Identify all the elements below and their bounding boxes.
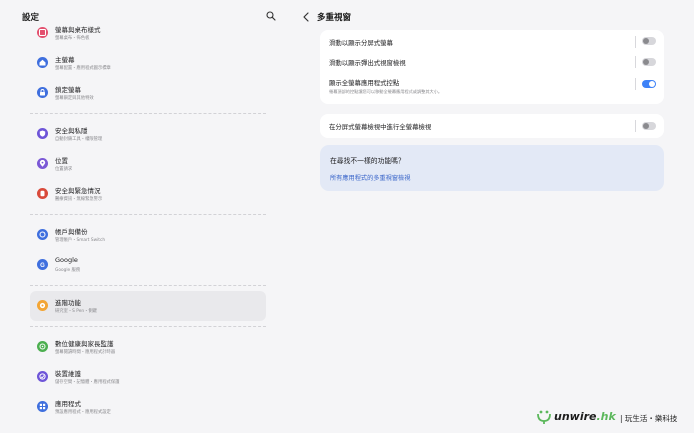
fullscreen-handle-toggle[interactable] (642, 80, 656, 88)
unwire-logo-icon (537, 410, 551, 424)
location-icon (37, 158, 48, 169)
home-icon (37, 57, 48, 68)
settings-item-subtitle: 螢幕桌布・佈色板 (55, 36, 90, 41)
google-icon: G (37, 259, 48, 270)
shield-icon (37, 128, 48, 139)
row-divider (635, 56, 636, 68)
gear-plus-icon (37, 300, 48, 311)
sync-icon (37, 229, 48, 240)
settings-item-title: 帳戶與備份 (55, 228, 88, 236)
wellbeing-icon (37, 341, 48, 352)
option-row-popup-view[interactable]: 滑動以顯示彈出式視窗檢視 (320, 52, 664, 74)
settings-item-title: 位置 (55, 157, 68, 165)
option-row-split-screen[interactable]: 滑動以顯示分屏式螢幕 (320, 30, 664, 52)
settings-item-title: 數位健康與家長監護 (55, 340, 114, 348)
suggestion-link[interactable]: 所有應用程式的多重視窗檢視 (330, 173, 410, 182)
settings-item-title: 主螢幕 (55, 56, 75, 64)
option-row-fullscreen-in-split[interactable]: 在分屏式螢幕檢視中進行全螢幕檢視 (320, 114, 664, 138)
brand-suffix: .hk (596, 410, 616, 423)
settings-item-subtitle: 位置請求 (55, 167, 73, 172)
settings-item-title: 應用程式 (55, 400, 81, 408)
settings-item[interactable]: 進階功能研究室・S Pen・側鍵 (30, 291, 266, 321)
settings-item-subtitle: 螢幕閱讀時間・應用程式計時器 (55, 350, 116, 355)
settings-item[interactable]: G Google Google 服務 (30, 250, 266, 280)
settings-list: 螢幕與桌布樣式 螢幕桌布・佈色板 主螢幕 螢幕配置・應用程式圖示標章 鎖定螢幕 螢幕鎖定與… (30, 18, 266, 422)
settings-sidebar: 設定 螢幕與桌布樣式 螢幕桌布・佈色板 主螢幕 螢幕配置・應用程式圖示標章 鎖定螢幕 螢幕… (0, 0, 288, 433)
watermark: unwire.hk | 玩生活・樂科技 (536, 408, 686, 428)
option-label: 滑動以顯示彈出式視窗檢視 (329, 59, 406, 67)
option-row-fullscreen-handle[interactable]: 顯示全螢幕應用程式控點 螢幕頂部的控點讓您可以移動全螢幕應用程式或調整其大小。 (320, 74, 664, 104)
wallpaper-icon (37, 27, 48, 38)
settings-item-subtitle: 儲存空間・記憶體・應用程式保護 (55, 380, 120, 385)
option-description: 螢幕頂部的控點讓您可以移動全螢幕應用程式或調整其大小。 (329, 89, 443, 94)
section-divider (30, 214, 266, 215)
page-title: 多重視窗 (317, 13, 352, 23)
fullscreen-in-split-card: 在分屏式螢幕檢視中進行全螢幕檢視 (320, 114, 664, 138)
fullscreen-in-split-toggle[interactable] (642, 122, 656, 130)
settings-item-title: 鎖定螢幕 (55, 86, 81, 94)
settings-item[interactable]: 螢幕與桌布樣式 螢幕桌布・佈色板 (30, 18, 266, 48)
settings-item[interactable]: 數位健康與家長監護 螢幕閱讀時間・應用程式計時器 (30, 332, 266, 362)
settings-item[interactable]: 位置 位置請求 (30, 149, 266, 179)
settings-item-title: 螢幕與桌布樣式 (55, 26, 101, 34)
row-divider (635, 120, 636, 132)
back-arrow-icon[interactable] (302, 12, 310, 22)
popup-view-toggle[interactable] (642, 58, 656, 66)
multiwindow-options-card: 滑動以顯示分屏式螢幕 滑動以顯示彈出式視窗檢視 顯示全螢幕應用程式控點 螢幕頂部… (320, 30, 664, 104)
row-divider (635, 78, 636, 90)
section-divider (30, 113, 266, 114)
settings-item-subtitle: 預設應用程式・應用程式設定 (55, 410, 111, 415)
settings-item-title: 裝置維護 (55, 370, 81, 378)
search-icon[interactable] (266, 11, 276, 21)
settings-item[interactable]: 安全與緊急情況 醫療資訊・無線緊急警示 (30, 179, 266, 209)
settings-item-subtitle: 螢幕鎖定與其他特效 (55, 96, 94, 101)
settings-item-title: 安全與私隱 (55, 127, 88, 135)
settings-item-title: 安全與緊急情況 (55, 187, 101, 195)
brand-name: unwire (554, 410, 597, 423)
settings-item-title: Google (55, 256, 78, 264)
row-divider (635, 36, 636, 48)
settings-item[interactable]: 安全與私隱自動封鎖工具・權限管理 (30, 119, 266, 149)
settings-item-subtitle: 醫療資訊・無線緊急警示 (55, 197, 103, 202)
emergency-icon (37, 188, 48, 199)
settings-item[interactable]: 帳戶與備份管理帳戶・Smart Switch (30, 220, 266, 250)
option-label: 顯示全螢幕應用程式控點 (329, 79, 400, 87)
settings-item[interactable]: 鎖定螢幕螢幕鎖定與其他特效 (30, 78, 266, 108)
care-icon (37, 371, 48, 382)
settings-item[interactable]: 裝置維護儲存空間・記憶體・應用程式保護 (30, 362, 266, 392)
settings-item-title: 進階功能 (55, 299, 81, 307)
lock-icon (37, 87, 48, 98)
settings-item-subtitle: 螢幕配置・應用程式圖示標章 (55, 66, 111, 71)
suggestion-question: 在尋找不一樣的功能嗎？ (330, 157, 405, 165)
suggestion-card: 在尋找不一樣的功能嗎？ 所有應用程式的多重視窗檢視 (320, 145, 664, 191)
section-divider (30, 326, 266, 327)
watermark-brand: unwire.hk (554, 410, 616, 423)
watermark-slogan: | 玩生活・樂科技 (620, 414, 678, 423)
svg-text:G: G (40, 263, 45, 268)
settings-item-subtitle: 管理帳戶・Smart Switch (55, 238, 106, 243)
split-screen-toggle[interactable] (642, 37, 656, 45)
option-label: 在分屏式螢幕檢視中進行全螢幕檢視 (329, 123, 432, 131)
settings-item[interactable]: 主螢幕螢幕配置・應用程式圖示標章 (30, 48, 266, 78)
settings-item-subtitle: 自動封鎖工具・權限管理 (55, 137, 103, 142)
option-label: 滑動以顯示分屏式螢幕 (329, 39, 393, 47)
apps-icon (37, 401, 48, 412)
section-divider (30, 285, 266, 286)
settings-item-subtitle: 研究室・S Pen・側鍵 (55, 309, 97, 314)
settings-item-subtitle: Google 服務 (55, 268, 81, 273)
settings-item[interactable]: 應用程式預設應用程式・應用程式設定 (30, 392, 266, 422)
